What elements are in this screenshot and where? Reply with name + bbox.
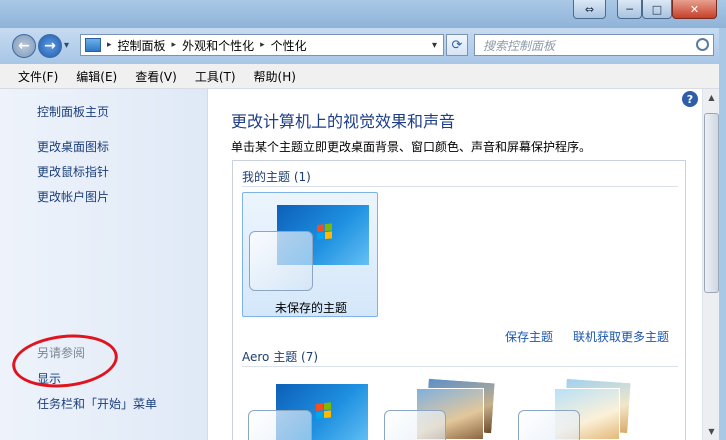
- forward-button[interactable]: →: [38, 34, 62, 58]
- window-color-preview: [249, 231, 313, 291]
- red-highlight-annotation: [9, 329, 121, 393]
- close-button[interactable]: ✕: [672, 0, 717, 19]
- divider: [242, 186, 678, 187]
- search-placeholder: 搜索控制面板: [483, 38, 556, 53]
- save-theme-link[interactable]: 保存主题: [505, 328, 553, 345]
- address-bar[interactable]: ▸ 控制面板 ▸ 外观和个性化 ▸ 个性化 ▾: [80, 34, 444, 56]
- sidebar-change-desktop-icons[interactable]: 更改桌面图标: [37, 138, 109, 155]
- breadcrumb-control-panel[interactable]: 控制面板: [118, 37, 166, 54]
- breadcrumb-separator-icon: ▸: [107, 40, 112, 50]
- back-button[interactable]: ←: [12, 34, 36, 58]
- menu-tools[interactable]: 工具(T): [195, 68, 236, 85]
- menu-bar: 文件(F) 编辑(E) 查看(V) 工具(T) 帮助(H): [0, 64, 726, 89]
- sidebar-change-account-picture[interactable]: 更改帐户图片: [37, 188, 109, 205]
- my-themes-label: 我的主题 (1): [242, 170, 311, 184]
- recent-pages-chevron-icon[interactable]: ▾: [64, 40, 69, 51]
- minimize-button[interactable]: ─: [617, 0, 642, 19]
- vertical-scrollbar[interactable]: ▲ ▼: [702, 89, 720, 440]
- search-icon: [696, 38, 709, 51]
- window-color-preview: [384, 410, 446, 440]
- breadcrumb-appearance[interactable]: 外观和个性化: [182, 37, 254, 54]
- title-bar: ⇔ ─ □ ✕: [0, 0, 726, 28]
- window-frame: [719, 28, 726, 440]
- scroll-down-icon[interactable]: ▼: [703, 423, 720, 440]
- control-panel-icon: [85, 38, 101, 52]
- scrollbar-thumb[interactable]: [704, 113, 719, 293]
- back-arrow-icon: ←: [18, 38, 30, 54]
- aero-theme-characters[interactable]: [518, 378, 638, 440]
- task-sidebar: 控制面板主页 更改桌面图标 更改鼠标指针 更改帐户图片 另请参阅 显示 任务栏和…: [0, 89, 208, 440]
- menu-file[interactable]: 文件(F): [18, 68, 58, 85]
- help-icon[interactable]: ?: [682, 91, 698, 107]
- control-panel-window: ⇔ ─ □ ✕ ← → ▾ ▸ 控制面板 ▸ 外观和个性化 ▸ 个性化 ▾ ⟳ …: [0, 0, 726, 440]
- page-description: 单击某个主题立即更改桌面背景、窗口颜色、声音和屏幕保护程序。: [231, 140, 592, 154]
- menu-help[interactable]: 帮助(H): [254, 68, 296, 85]
- address-dropdown-icon[interactable]: ▾: [432, 40, 437, 51]
- aero-themes-label: Aero 主题 (7): [242, 350, 319, 364]
- breadcrumb-personalization[interactable]: 个性化: [271, 37, 307, 54]
- get-more-themes-link[interactable]: 联机获取更多主题: [573, 328, 669, 345]
- refresh-icon: ⟳: [451, 37, 463, 53]
- theme-name: 未保存的主题: [274, 301, 347, 315]
- sidebar-taskbar-start-menu[interactable]: 任务栏和「开始」菜单: [37, 395, 157, 412]
- breadcrumb-separator-icon[interactable]: ▸: [172, 40, 177, 50]
- refresh-button[interactable]: ⟳: [446, 34, 468, 56]
- menu-edit[interactable]: 编辑(E): [76, 68, 117, 85]
- aero-theme-architecture[interactable]: [382, 378, 502, 440]
- breadcrumb-separator-icon[interactable]: ▸: [260, 40, 265, 50]
- forward-arrow-icon: →: [44, 38, 56, 54]
- theme-card-unsaved[interactable]: 未保存的主题: [242, 192, 378, 317]
- switch-windows-button[interactable]: ⇔: [573, 0, 606, 19]
- sidebar-control-panel-home[interactable]: 控制面板主页: [37, 103, 109, 120]
- sidebar-change-mouse-pointers[interactable]: 更改鼠标指针: [37, 163, 109, 180]
- page-title: 更改计算机上的视觉效果和声音: [231, 112, 456, 131]
- maximize-button[interactable]: □: [642, 0, 672, 19]
- aero-theme-windows7[interactable]: [242, 378, 378, 440]
- divider: [242, 366, 678, 367]
- scroll-up-icon[interactable]: ▲: [703, 89, 720, 106]
- window-color-preview: [518, 410, 580, 440]
- search-input[interactable]: 搜索控制面板: [474, 34, 714, 56]
- menu-view[interactable]: 查看(V): [135, 68, 177, 85]
- window-color-preview: [248, 410, 312, 440]
